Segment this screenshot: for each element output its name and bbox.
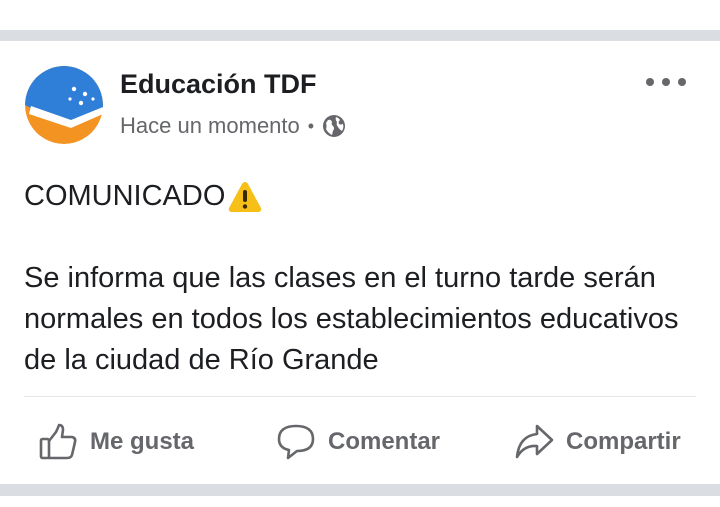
comment-icon	[276, 422, 316, 462]
divider	[24, 396, 696, 397]
share-icon	[514, 422, 554, 462]
like-button[interactable]: Me gusta	[38, 419, 194, 465]
post-meta: Hace un momento •	[120, 113, 346, 139]
warning-icon	[227, 180, 263, 214]
post-timestamp[interactable]: Hace un momento	[120, 113, 300, 139]
comment-button[interactable]: Comentar	[276, 419, 440, 465]
share-button[interactable]: Compartir	[514, 419, 681, 465]
page-name[interactable]: Educación TDF	[120, 69, 317, 100]
like-label: Me gusta	[90, 428, 195, 455]
next-post-edge	[0, 496, 720, 507]
share-label: Compartir	[566, 428, 681, 455]
page-avatar[interactable]	[25, 66, 103, 144]
meta-separator: •	[307, 115, 315, 136]
post-content: COMUNICADO Se informa que las clases en …	[24, 176, 704, 381]
post-actions-bar: Me gusta Comentar Compartir	[0, 409, 720, 473]
post-title: COMUNICADO	[24, 180, 226, 212]
comment-label: Comentar	[328, 428, 441, 455]
thumbs-up-icon	[38, 422, 78, 462]
previous-post-edge	[0, 0, 720, 30]
post-title-line: COMUNICADO	[24, 176, 704, 217]
globe-icon	[322, 114, 346, 138]
post-body: Se informa que las clases en el turno ta…	[24, 262, 679, 376]
post-card: Educación TDF Hace un momento • COMUNICA…	[0, 41, 720, 484]
more-options-icon[interactable]	[646, 71, 686, 93]
